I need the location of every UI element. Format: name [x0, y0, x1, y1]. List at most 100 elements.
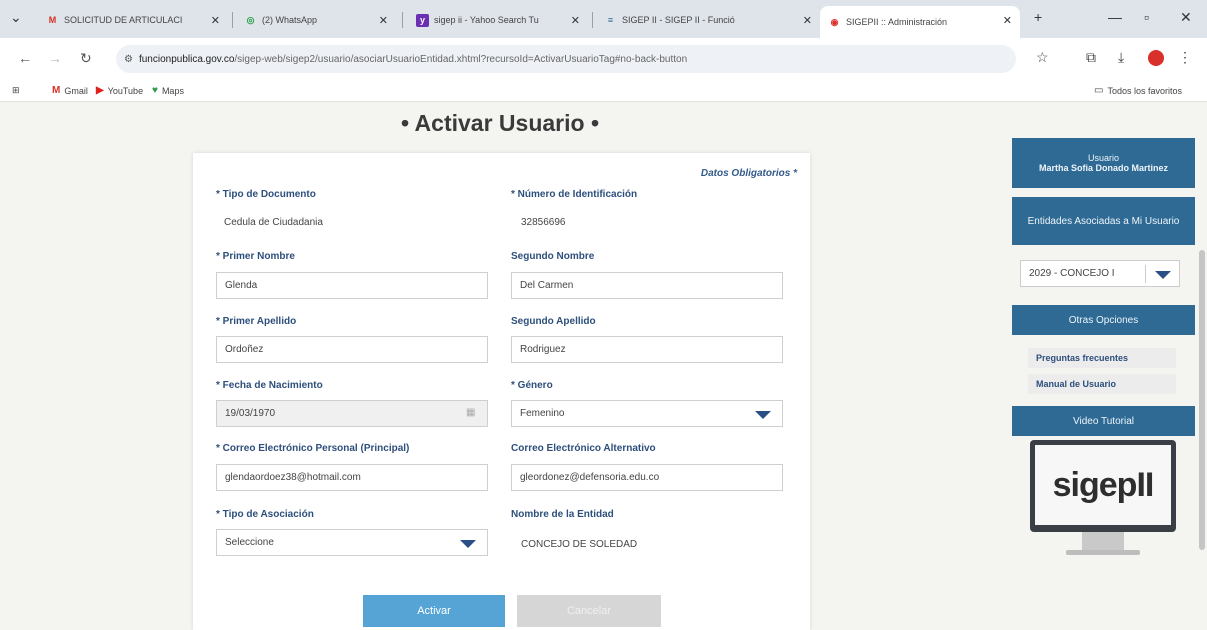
close-icon[interactable]: ✕ — [211, 14, 220, 27]
sigepii-icon: ◉ — [830, 16, 839, 27]
chevron-down-icon[interactable] — [460, 540, 476, 548]
scrollbar-thumb[interactable] — [1199, 250, 1205, 550]
tipo-documento-value: Cedula de Ciudadania — [224, 217, 323, 228]
close-icon[interactable]: ✕ — [571, 14, 580, 27]
tab-yahoo-search[interactable]: y sigep ii - Yahoo Search Tu ✕ — [408, 6, 588, 34]
activar-button[interactable]: Activar — [363, 595, 505, 627]
forward-icon[interactable]: → — [48, 50, 62, 66]
bookmark-label: Maps — [161, 85, 184, 96]
bookmark-label: Gmail — [64, 85, 88, 96]
video-tutorial-label: Video Tutorial — [1073, 415, 1134, 427]
page-title: • Activar Usuario • — [400, 110, 600, 136]
user-info-box: Usuario Martha Sofia Donado Martinez — [1012, 138, 1195, 188]
all-bookmarks-label: Todos los favoritos — [1107, 85, 1182, 96]
tab-whatsapp[interactable]: ◎ (2) WhatsApp ✕ — [236, 6, 396, 34]
bookmark-label: YouTube — [107, 85, 144, 96]
tab-label: SOLICITUD DE ARTICULACI — [64, 15, 183, 25]
restore-icon[interactable]: ▫ — [1144, 9, 1149, 25]
calendar-icon[interactable]: ▦ — [466, 407, 475, 418]
tab-divider — [402, 12, 403, 28]
reload-icon[interactable]: ↻ — [80, 50, 92, 67]
cancelar-button[interactable]: Cancelar — [517, 595, 661, 627]
tab-label: SIGEPII :: Administración — [846, 17, 948, 27]
sigep-icon: ≡ — [607, 15, 614, 25]
window-close-icon[interactable]: ✕ — [1180, 9, 1192, 26]
apps-icon[interactable]: ⊞ — [12, 85, 20, 96]
correo-alternativo-label: Correo Electrónico Alternativo — [511, 443, 656, 454]
manual-usuario-link[interactable]: Manual de Usuario — [1036, 379, 1116, 389]
nombre-entidad-value: CONCEJO DE SOLEDAD — [521, 539, 638, 550]
correo-alternativo-input[interactable]: gleordonez@defensoria.edu.co — [511, 464, 783, 491]
tab-sigepii-administracion[interactable]: ◉ SIGEPII :: Administración ✕ — [820, 6, 1020, 38]
maps-pin-icon: ♥ — [152, 85, 158, 96]
entidad-selected: 2029 - CONCEJO I — [1029, 268, 1115, 279]
bookmark-youtube[interactable]: ▶ YouTube — [96, 85, 143, 96]
segundo-apellido-label: Segundo Apellido — [511, 316, 596, 327]
tipo-asociacion-label: * Tipo de Asociación — [216, 509, 314, 520]
site-info-icon[interactable]: ⚙ — [124, 54, 133, 65]
gmail-icon: M — [52, 85, 61, 96]
gmail-icon: M — [48, 15, 57, 25]
primer-nombre-label: * Primer Nombre — [216, 251, 295, 262]
fecha-nacimiento-input[interactable]: 19/03/1970 — [216, 400, 488, 427]
address-bar[interactable]: ⚙ funcionpublica.gov.co /sigep-web/sigep… — [116, 45, 1016, 73]
entidad-select[interactable]: 2029 - CONCEJO I — [1020, 260, 1180, 287]
video-tutorial-header: Video Tutorial — [1012, 406, 1195, 436]
activate-user-form: Datos Obligatorios * * Tipo de Documento… — [193, 153, 810, 630]
required-fields-note: Datos Obligatorios * — [700, 168, 797, 179]
monitor-frame: sigepII — [1030, 440, 1176, 532]
tab-divider — [592, 12, 593, 28]
tab-solicitud[interactable]: M SOLICITUD DE ARTICULACI ✕ — [38, 6, 228, 34]
sigepii-logo: sigepII — [1035, 445, 1171, 525]
segundo-nombre-input[interactable]: Del Carmen — [511, 272, 783, 299]
entidades-header: Entidades Asociadas a Mi Usuario — [1012, 197, 1195, 245]
tab-label: (2) WhatsApp — [262, 15, 318, 25]
menu-icon[interactable]: ⋮ — [1178, 49, 1192, 66]
numero-identificacion-label: * Número de Identificación — [511, 189, 638, 200]
monitor-stand — [1082, 532, 1124, 550]
youtube-icon: ▶ — [96, 85, 104, 96]
whatsapp-icon: ◎ — [246, 14, 255, 25]
primer-apellido-input[interactable]: Ordoñez — [216, 336, 488, 363]
browser-tab-strip: ⌄ M SOLICITUD DE ARTICULACI ✕ ◎ (2) What… — [0, 0, 1207, 38]
yahoo-icon: y — [416, 13, 429, 27]
profile-avatar[interactable] — [1148, 50, 1164, 66]
tab-divider — [232, 12, 233, 28]
close-icon[interactable]: ✕ — [803, 14, 812, 27]
nombre-entidad-label: Nombre de la Entidad — [511, 509, 614, 520]
all-bookmarks[interactable]: ▭ Todos los favoritos — [1094, 85, 1182, 96]
extensions-icon[interactable]: ⧉ — [1086, 49, 1096, 66]
video-tutorial-thumbnail[interactable]: sigepII — [1030, 440, 1178, 560]
preguntas-frecuentes-link[interactable]: Preguntas frecuentes — [1036, 353, 1128, 363]
tipo-documento-label: * Tipo de Documento — [216, 189, 316, 200]
chevron-down-icon[interactable] — [1155, 271, 1171, 279]
segundo-apellido-input[interactable]: Rodriguez — [511, 336, 783, 363]
numero-identificacion-value: 32856696 — [521, 217, 566, 228]
bookmarks-bar: ⊞ M Gmail ▶ YouTube ♥ Maps ▭ Todos los f… — [0, 80, 1207, 102]
tab-sigep-funcion[interactable]: ≡ SIGEP II - SIGEP II - Funció ✕ — [596, 6, 820, 34]
genero-select[interactable]: Femenino — [511, 400, 783, 427]
close-icon[interactable]: ✕ — [1003, 14, 1012, 27]
bookmark-star-icon[interactable]: ☆ — [1036, 49, 1049, 66]
fecha-nacimiento-label: * Fecha de Nacimiento — [216, 380, 323, 391]
download-icon[interactable]: ⤓ — [1118, 49, 1124, 66]
select-divider — [1145, 265, 1146, 283]
segundo-nombre-label: Segundo Nombre — [511, 251, 595, 262]
back-icon[interactable]: ← — [18, 50, 32, 66]
user-label: Usuario — [1087, 153, 1119, 163]
bookmark-gmail[interactable]: M Gmail — [52, 85, 88, 96]
new-tab-icon[interactable]: + — [1034, 9, 1042, 25]
correo-principal-input[interactable]: glendaordoez38@hotmail.com — [216, 464, 488, 491]
primer-nombre-input[interactable]: Glenda — [216, 272, 488, 299]
close-icon[interactable]: ✕ — [379, 14, 388, 27]
minimize-icon[interactable]: — — [1108, 9, 1122, 25]
correo-principal-label: * Correo Electrónico Personal (Principal… — [216, 443, 410, 454]
bookmark-maps[interactable]: ♥ Maps — [152, 85, 184, 96]
url-path: /sigep-web/sigep2/usuario/asociarUsuario… — [234, 53, 688, 65]
chevron-down-icon[interactable] — [755, 411, 771, 419]
tipo-asociacion-select[interactable]: Seleccione — [216, 529, 488, 556]
tab-search-icon[interactable]: ⌄ — [10, 9, 22, 26]
user-name: Martha Sofia Donado Martinez — [1038, 163, 1168, 173]
tab-label: SIGEP II - SIGEP II - Funció — [622, 15, 735, 25]
otras-opciones-header: Otras Opciones — [1012, 305, 1195, 335]
